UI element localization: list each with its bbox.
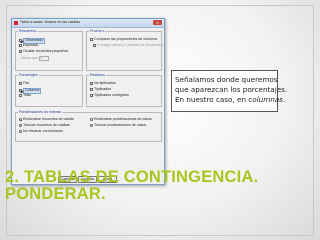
truncate-case-weights-option[interactable]: Truncar ponderaciones de casos <box>90 123 146 128</box>
percentages-group: Porcentajes Fila Columna Total <box>15 73 83 107</box>
unstandardized-checkbox[interactable] <box>90 82 93 86</box>
callout-line-2: que aparezcan los porcentajes. <box>175 85 288 94</box>
noninteger-weights-group: Ponderaciones no enteras Redondear recue… <box>15 110 162 142</box>
expected-option[interactable]: Esperado <box>19 43 38 48</box>
observed-checkbox[interactable] <box>19 39 22 43</box>
slide-title-line-2: PONDERAR. <box>5 185 106 203</box>
expected-checkbox[interactable] <box>19 44 22 48</box>
standardized-option[interactable]: Tipificados <box>90 87 111 92</box>
hide-small-counts-checkbox[interactable] <box>19 50 22 54</box>
noninteger-weights-group-label: Ponderaciones no enteras <box>18 110 62 115</box>
counts-group: Recuentos Observado Esperado Ocultar rec… <box>15 29 83 71</box>
adjusted-standardized-option[interactable]: Tipificados corregidos <box>90 93 129 98</box>
counts-group-label: Recuentos <box>18 29 38 34</box>
dialog-title: Tabla cruzada: Mostrar en las casillas <box>20 20 80 24</box>
less-than-input[interactable]: 5 <box>39 56 50 61</box>
slide-title-line-1: 2. TABLAS DE CONTINGENCIA. <box>5 168 259 186</box>
round-case-weights-radio[interactable] <box>90 118 93 122</box>
unstandardized-option[interactable]: No tipificados <box>90 81 116 86</box>
total-percent-checkbox[interactable] <box>19 94 22 98</box>
residuals-group-label: Residuos <box>89 73 106 78</box>
compare-column-proportions-checkbox[interactable] <box>90 38 93 42</box>
round-case-weights-option[interactable]: Redondear ponderaciones de casos <box>90 117 152 122</box>
standardized-checkbox[interactable] <box>90 88 93 92</box>
app-icon <box>14 21 18 25</box>
cell-display-dialog: Tabla cruzada: Mostrar en las casillas X… <box>11 18 165 185</box>
no-adjustments-option[interactable]: No efectuar correcciones <box>19 129 63 134</box>
hide-small-counts-option[interactable]: Ocultar recuentos pequeños <box>19 49 68 54</box>
no-adjustments-radio[interactable] <box>19 130 22 134</box>
round-cell-counts-radio[interactable] <box>19 118 22 122</box>
dialog-titlebar: Tabla cruzada: Mostrar en las casillas X <box>12 19 164 28</box>
round-cell-counts-option[interactable]: Redondear recuentos de casilla <box>19 117 74 122</box>
callout-line-1: Señalamos donde queremos <box>175 75 278 84</box>
close-button[interactable]: X <box>153 20 162 25</box>
z-test-group: Prueba z Comparar las proporciones de co… <box>86 29 164 71</box>
residuals-group: Residuos No tipificados Tipificados Tipi… <box>86 73 162 107</box>
z-test-group-label: Prueba z <box>89 29 106 34</box>
slide-title: 2. TABLAS DE CONTINGENCIA. PONDERAR. <box>5 169 305 203</box>
truncate-cell-counts-option[interactable]: Truncar recuentos de casillas <box>19 123 70 128</box>
instruction-callout: Señalamos donde queremos que aparezcan l… <box>171 70 288 112</box>
row-percent-checkbox[interactable] <box>19 82 22 86</box>
callout-emphasis: columnas <box>248 95 283 104</box>
less-than-row: Menor que 5 <box>21 56 50 61</box>
adjusted-standardized-checkbox[interactable] <box>90 94 93 98</box>
column-percent-checkbox[interactable] <box>19 89 22 93</box>
truncate-cell-counts-radio[interactable] <box>19 124 22 128</box>
bonferroni-option[interactable]: Corregir valores p (método de Bonferroni… <box>93 43 164 48</box>
bonferroni-checkbox[interactable] <box>93 44 96 48</box>
percentages-group-label: Porcentajes <box>18 73 39 78</box>
row-percent-option[interactable]: Fila <box>19 81 29 86</box>
callout-line-3: En nuestro caso, en columnas. <box>175 95 286 104</box>
compare-column-proportions-option[interactable]: Comparar las proporciones de columna <box>90 37 157 42</box>
truncate-case-weights-radio[interactable] <box>90 124 93 128</box>
total-percent-option[interactable]: Total <box>19 93 31 98</box>
